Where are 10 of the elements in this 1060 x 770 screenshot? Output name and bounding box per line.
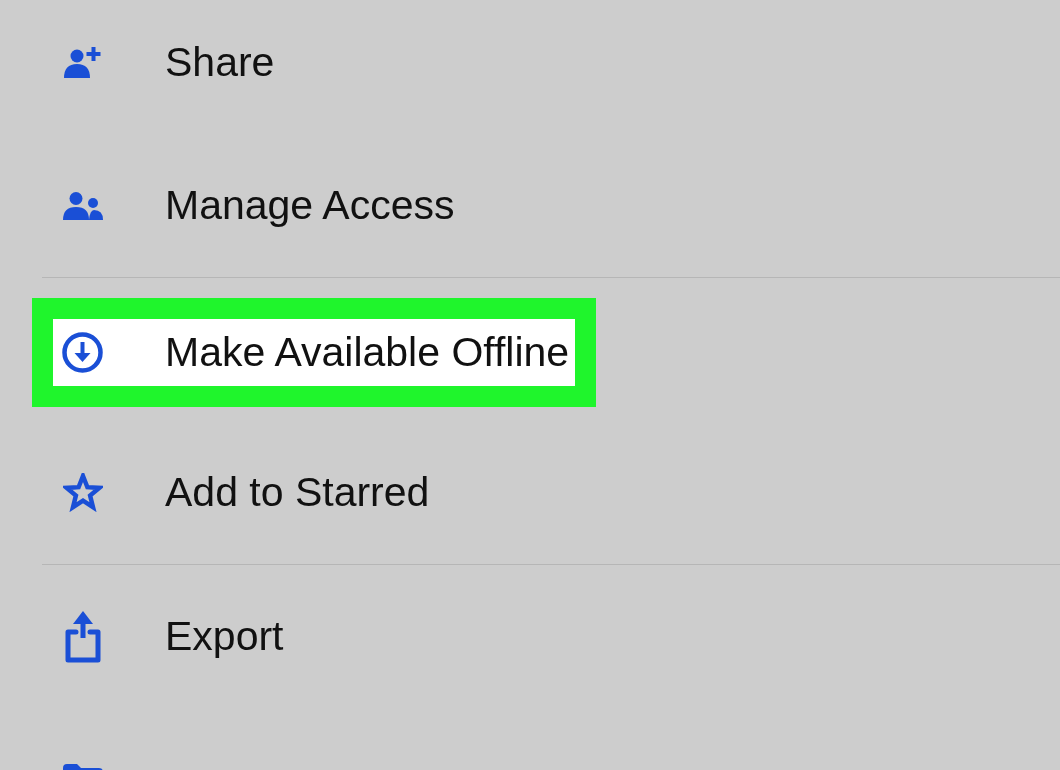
menu-item[interactable]: Make Available Offline xyxy=(62,329,570,376)
person-plus-icon xyxy=(62,47,103,78)
tray-arrow-up-icon xyxy=(63,610,102,663)
people-icon xyxy=(62,191,103,220)
menu-item[interactable]: Export xyxy=(62,610,284,663)
menu-item[interactable]: Manage Access xyxy=(62,182,455,229)
menu-item[interactable]: Add to Starred xyxy=(62,469,430,516)
menu-item[interactable]: Share xyxy=(62,39,275,86)
arrow-down-circle-icon xyxy=(62,332,103,373)
star-icon xyxy=(62,473,103,512)
